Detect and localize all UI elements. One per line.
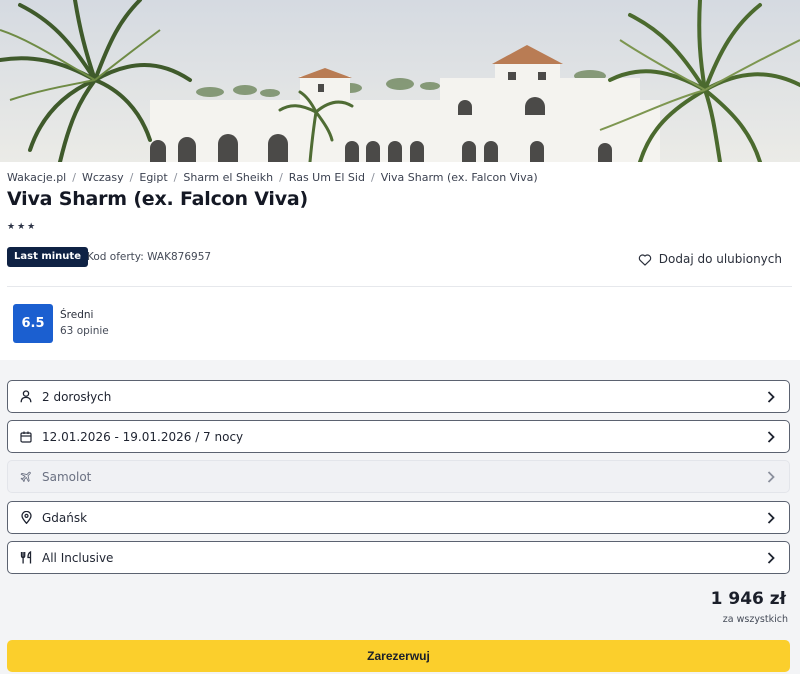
chevron-right-icon [767,552,775,564]
breadcrumb-separator: / [129,171,134,184]
breadcrumb-separator: / [370,171,375,184]
travelers-selector[interactable]: 2 dorosłych [7,380,790,413]
departure-city-selector[interactable]: Gdańsk [7,501,790,534]
breadcrumb-item[interactable]: Ras Um El Sid [289,171,365,184]
breadcrumb-item[interactable]: Sharm el Sheikh [183,171,273,184]
offer-code: Kod oferty: WAK876957 [87,251,212,263]
board-type-value: All Inclusive [42,550,114,565]
transport-selector[interactable]: Samolot [7,460,790,493]
breadcrumb-item[interactable]: Wakacje.pl [7,171,66,184]
add-to-favorites-label: Dodaj do ulubionych [658,252,782,266]
departure-city-value: Gdańsk [42,510,88,525]
last-minute-badge: Last minute [7,247,88,267]
dates-selector[interactable]: 12.01.2026 - 19.01.2026 / 7 nocy [7,420,790,453]
breadcrumb-item[interactable]: Egipt [139,171,167,184]
breadcrumb-separator: / [72,171,76,184]
chevron-right-icon [767,391,775,403]
hotel-star-rating: ★ ★ ★ [7,222,35,232]
hotel-hero-image[interactable] [0,0,800,162]
plane-icon [19,470,33,484]
dates-value: 12.01.2026 - 19.01.2026 / 7 nocy [42,429,244,444]
price-note: za wszystkich [722,614,788,625]
section-divider [7,286,792,287]
star-icon: ★ [7,222,16,232]
breadcrumb-item[interactable]: Wczasy [82,171,124,184]
breadcrumb: Wakacje.pl / Wczasy / Egipt / Sharm el Sheikh /… [7,171,538,184]
breadcrumb-separator: / [173,171,178,184]
breadcrumb-separator: / [279,171,283,184]
travelers-value: 2 dorosłych [42,389,112,404]
chevron-right-icon [767,471,775,483]
hotel-title: Viva Sharm (ex. Falcon Viva) [7,188,309,210]
person-icon [19,390,33,404]
calendar-icon [19,430,33,444]
rating-score[interactable]: 6.5 [13,304,53,343]
location-pin-icon [19,511,33,525]
cutlery-icon [19,551,33,565]
reserve-button[interactable]: Zarezerwuj [7,640,790,672]
chevron-right-icon [767,431,775,443]
transport-value: Samolot [42,469,92,484]
reviews-count-link[interactable]: 63 opinie [60,325,109,337]
heart-icon [638,253,651,266]
breadcrumb-item-current[interactable]: Viva Sharm (ex. Falcon Viva) [381,171,538,184]
total-price: 1 946 zł [710,589,786,609]
star-icon: ★ [27,222,36,232]
board-type-selector[interactable]: All Inclusive [7,541,790,574]
add-to-favorites-button[interactable]: Dodaj do ulubionych [638,252,782,266]
rating-label: Średni [60,309,94,321]
chevron-right-icon [767,512,775,524]
hotel-photo [0,0,800,162]
star-icon: ★ [17,222,26,232]
